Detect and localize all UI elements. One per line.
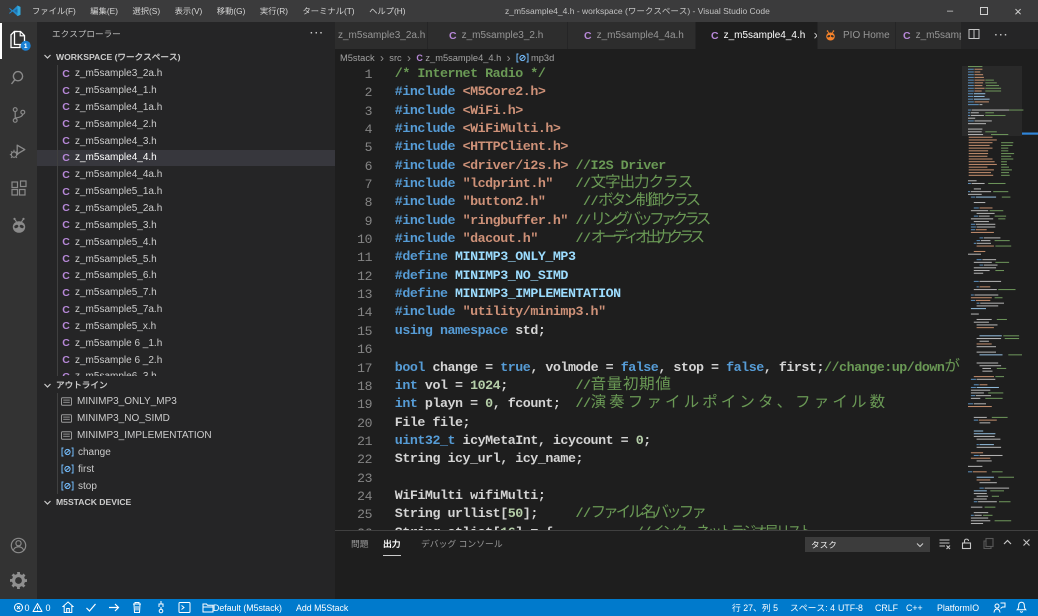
svg-text:0: 0 — [46, 603, 51, 613]
svg-text:0: 0 — [25, 603, 30, 613]
svg-text:1: 1 — [23, 43, 27, 50]
